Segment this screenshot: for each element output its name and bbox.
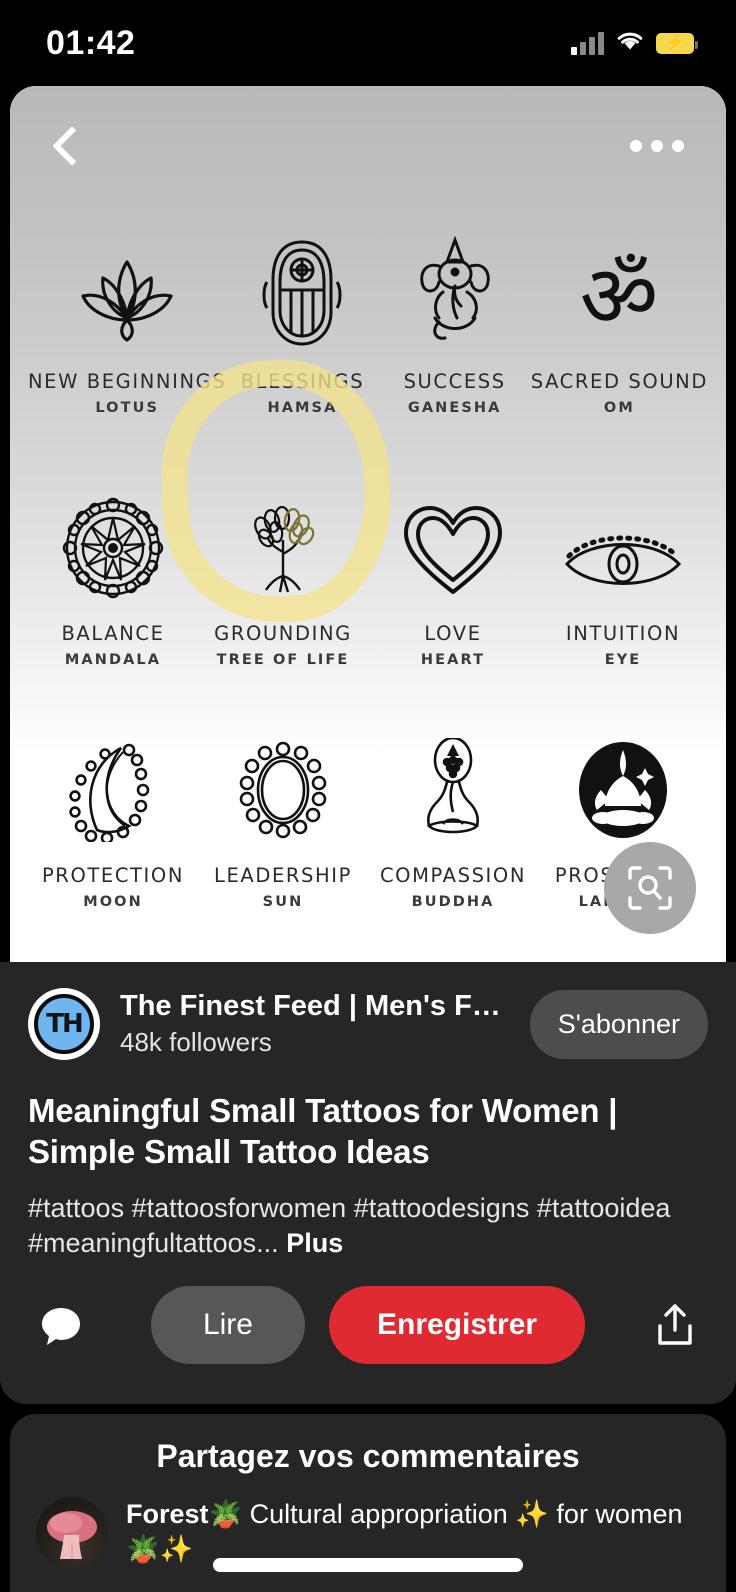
symbol-title: NEW BEGINNINGS: [28, 370, 227, 393]
symbol-row-1: NEW BEGINNINGS LOTUS BLESSINGS HAMSA SUC…: [10, 236, 726, 416]
symbol-row-2: BALANCE MANDALA GROUNDING TREE OF LIFE L…: [10, 496, 726, 668]
symbol-subtitle: GANESHA: [407, 400, 502, 416]
symbol-title: BLESSINGS: [240, 370, 365, 393]
creator-name[interactable]: The Finest Feed | Men's Fa...: [120, 990, 510, 1023]
comment-author: Forest: [126, 1499, 209, 1529]
pin-image-toolbar: [10, 86, 726, 206]
buddha-icon: [403, 738, 503, 842]
symbol-subtitle: OM: [603, 400, 635, 416]
show-more-link[interactable]: Plus: [286, 1228, 343, 1258]
creator-row: TH The Finest Feed | Men's Fa... 48k fol…: [0, 962, 736, 1060]
symbol-cell[interactable]: SUCCESS GANESHA: [379, 236, 531, 416]
symbol-cell[interactable]: NEW BEGINNINGS LOTUS: [28, 236, 226, 416]
hamsa-icon: [257, 236, 347, 348]
symbol-cell[interactable]: COMPASSION BUDDHA: [368, 738, 538, 910]
symbol-subtitle: HAMSA: [267, 400, 338, 416]
read-button[interactable]: Lire: [150, 1285, 305, 1364]
status-icons: ⚡: [571, 30, 698, 57]
visual-search-icon[interactable]: [604, 842, 696, 934]
tree-of-life-icon: [230, 496, 336, 600]
symbol-subtitle: BUDDHA: [411, 894, 495, 910]
symbol-cell[interactable]: BALANCE MANDALA: [28, 496, 198, 668]
symbol-title: GROUNDING: [214, 622, 352, 645]
subscribe-button[interactable]: S'abonner: [529, 989, 708, 1059]
symbol-title: SACRED SOUND: [530, 370, 708, 393]
symbol-cell[interactable]: ॐ SACRED SOUND OM: [531, 236, 708, 416]
status-time: 01:42: [46, 23, 136, 62]
symbol-subtitle: EYE: [604, 652, 642, 668]
comment-author-emoji: 🪴: [208, 1499, 243, 1529]
battery-charging-icon: ⚡: [656, 32, 698, 54]
pin-action-row: Lire Enregistrer: [0, 1262, 736, 1364]
moon-icon: [63, 738, 163, 842]
eye-icon: [561, 496, 685, 600]
avatar-monogram: TH: [34, 994, 94, 1054]
home-indicator: [213, 1558, 523, 1572]
symbol-subtitle: MOON: [83, 894, 143, 910]
om-icon: ॐ: [567, 236, 671, 348]
symbol-cell[interactable]: LEADERSHIP SUN: [198, 738, 368, 910]
symbol-subtitle: HEART: [420, 652, 486, 668]
ganesha-icon: [405, 236, 505, 348]
lotus-icon: [63, 236, 191, 348]
mushroom-avatar: [36, 1497, 108, 1569]
comments-panel: Partagez vos commentaires Forest🪴 Cultur…: [10, 1414, 726, 1592]
symbol-title: INTUITION: [565, 622, 681, 645]
share-icon[interactable]: [646, 1296, 704, 1354]
symbol-cell[interactable]: INTUITION EYE: [538, 496, 708, 668]
symbol-title: LEADERSHIP: [214, 864, 352, 887]
pin-image-card[interactable]: NEW BEGINNINGS LOTUS BLESSINGS HAMSA SUC…: [10, 86, 726, 962]
symbol-title: COMPASSION: [379, 864, 527, 887]
symbol-title: BALANCE: [61, 622, 165, 645]
more-options-icon[interactable]: [620, 130, 694, 162]
symbol-cell[interactable]: GROUNDING TREE OF LIFE: [198, 496, 368, 668]
wifi-icon: [616, 30, 644, 57]
symbol-subtitle: SUN: [262, 894, 304, 910]
phone-screen: 01:42 ⚡ NEW BEGINNINGS LOTUS BLESSINGS H…: [0, 0, 736, 1592]
status-bar: 01:42 ⚡: [0, 0, 736, 86]
mandala-icon: [61, 496, 165, 600]
creator-followers: 48k followers: [120, 1027, 272, 1058]
pin-description-text: #tattoos #tattoosforwomen #tattoodesigns…: [28, 1192, 671, 1259]
symbol-title: PROTECTION: [41, 864, 185, 887]
comments-heading: Partagez vos commentaires: [156, 1438, 580, 1474]
back-chevron-icon[interactable]: [46, 124, 90, 168]
symbol-cell[interactable]: BLESSINGS HAMSA: [226, 236, 378, 416]
cellular-signal-icon: [571, 31, 604, 55]
avatar[interactable]: TH: [28, 988, 100, 1060]
symbol-title: LOVE: [424, 622, 482, 645]
pin-title: Meaningful Small Tattoos for Women | Sim…: [28, 1092, 618, 1171]
svg-text:ॐ: ॐ: [580, 247, 658, 347]
pin-description: #tattoos #tattoosforwomen #tattoodesigns…: [0, 1173, 736, 1262]
symbol-cell[interactable]: LOVE HEART: [368, 496, 538, 668]
creator-text: The Finest Feed | Men's Fa... 48k follow…: [120, 990, 510, 1058]
sun-icon: [233, 738, 333, 842]
symbol-subtitle: LOTUS: [95, 400, 160, 416]
symbol-subtitle: MANDALA: [64, 652, 162, 668]
save-button[interactable]: Enregistrer: [328, 1285, 586, 1364]
symbol-title: SUCCESS: [403, 370, 506, 393]
symbol-subtitle: TREE OF LIFE: [216, 652, 350, 668]
lakshmi-icon: [571, 738, 675, 842]
symbol-cell[interactable]: PROTECTION MOON: [28, 738, 198, 910]
comment-row[interactable]: Forest🪴 Cultural appropriation ✨ for wom…: [10, 1475, 726, 1569]
comment-bubble-icon[interactable]: [32, 1296, 90, 1354]
heart-icon: [398, 496, 508, 600]
pin-info-panel: TH The Finest Feed | Men's Fa... 48k fol…: [0, 962, 736, 1404]
